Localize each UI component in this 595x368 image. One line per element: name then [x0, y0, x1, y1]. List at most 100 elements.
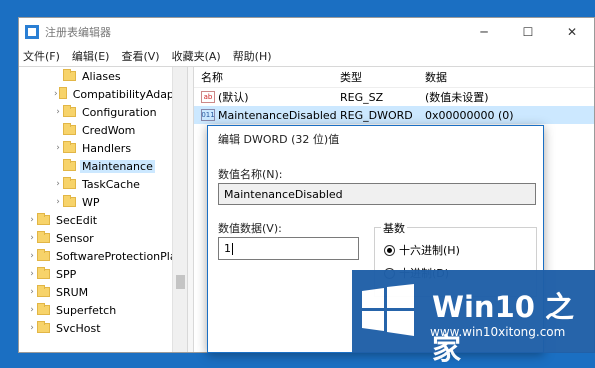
windows-logo-icon: [362, 284, 414, 336]
tree-item[interactable]: › SoftwareProtectionPlatf: [19, 247, 187, 265]
value-data-label: 数值数据(V):: [218, 222, 282, 235]
column-header-data[interactable]: 数据: [425, 69, 594, 85]
value-type-cell: REG_DWORD: [340, 108, 413, 122]
expand-chevron-icon[interactable]: ›: [27, 233, 37, 243]
radio-hex-label: 十六进制(H): [399, 244, 460, 257]
tree-item-label: Aliases: [82, 69, 121, 83]
window-title: 注册表编辑器: [45, 26, 111, 39]
expand-chevron-icon[interactable]: ›: [27, 251, 37, 261]
value-row[interactable]: 011 MaintenanceDisabled REG_DWORD 0x0000000…: [194, 106, 594, 124]
expand-chevron-icon[interactable]: ›: [27, 305, 37, 315]
tree-item-label: Handlers: [82, 141, 132, 155]
expand-chevron-icon[interactable]: ›: [53, 107, 63, 117]
tree-scrollbar-thumb[interactable]: [176, 275, 185, 289]
menu-favorites[interactable]: 收藏夹(A): [172, 48, 221, 64]
tree-item[interactable]: › Sensor: [19, 229, 187, 247]
value-data-input[interactable]: 1: [218, 237, 359, 260]
value-row[interactable]: ab (默认) REG_SZ (数值未设置): [194, 88, 594, 106]
tree-item[interactable]: › Configuration: [19, 103, 187, 121]
folder-icon: [37, 213, 50, 225]
folder-icon: [37, 321, 50, 333]
value-data-text: 1: [224, 242, 231, 255]
expand-chevron-icon[interactable]: ›: [27, 269, 37, 279]
folder-icon: [37, 267, 50, 279]
folder-icon: [63, 141, 76, 153]
folder-icon: [37, 285, 50, 297]
menu-view[interactable]: 查看(V): [121, 48, 159, 64]
tree-item[interactable]: › CompatibilityAdapte: [19, 85, 187, 103]
folder-icon: [58, 87, 67, 99]
tree-item[interactable]: › SRUM: [19, 283, 187, 301]
dialog-title: 编辑 DWORD (32 位)值: [218, 133, 340, 146]
value-type-cell: REG_SZ: [340, 90, 384, 104]
radio-hex-indicator[interactable]: [384, 244, 395, 256]
menu-edit[interactable]: 编辑(E): [72, 48, 110, 64]
expand-chevron-icon[interactable]: ›: [53, 197, 63, 207]
expand-chevron-icon[interactable]: ›: [53, 179, 63, 189]
value-name-cell: 011 MaintenanceDisabled: [194, 109, 340, 122]
tree-item-label: SecEdit: [56, 213, 98, 227]
tree-item-label: Configuration: [82, 105, 157, 119]
title-bar: 注册表编辑器 ─ ☐ ✕: [19, 18, 594, 46]
tree-item[interactable]: Maintenance: [19, 157, 187, 175]
tree-item[interactable]: › WP: [19, 193, 187, 211]
tree-item-label: CredWom: [82, 123, 136, 137]
folder-icon: [37, 249, 50, 261]
value-name-field: MaintenanceDisabled: [218, 183, 536, 205]
column-header-name[interactable]: 名称: [194, 69, 340, 85]
folder-icon: [63, 195, 76, 207]
text-caret: [232, 242, 233, 255]
maximize-button[interactable]: ☐: [506, 18, 550, 46]
folder-icon: [63, 159, 76, 171]
column-header-type[interactable]: 类型: [340, 69, 425, 85]
tree-item[interactable]: › Handlers: [19, 139, 187, 157]
value-data-cell: 0x00000000 (0): [425, 108, 514, 122]
value-name-label: 数值名称(N):: [218, 168, 283, 181]
radio-hexadecimal[interactable]: 十六进制(H): [384, 242, 460, 258]
expand-chevron-icon[interactable]: ›: [27, 215, 37, 225]
expand-chevron-icon[interactable]: ›: [27, 287, 37, 297]
menu-help[interactable]: 帮助(H): [233, 48, 272, 64]
value-name: (默认): [218, 91, 249, 104]
folder-icon: [37, 303, 50, 315]
tree-item[interactable]: › SPP: [19, 265, 187, 283]
tree-item-label: CompatibilityAdapte: [72, 87, 185, 101]
expand-chevron-icon[interactable]: ›: [53, 143, 63, 153]
tree-item[interactable]: › Superfetch: [19, 301, 187, 319]
tree-item-label: SoftwareProtectionPlatf: [56, 249, 185, 263]
string-value-icon: ab: [201, 91, 215, 103]
watermark-url: www.win10xitong.com: [430, 325, 566, 339]
tree-item[interactable]: Aliases: [19, 67, 187, 85]
tree-scrollbar[interactable]: [172, 67, 187, 352]
tree-item-label: TaskCache: [82, 177, 140, 191]
folder-icon: [63, 105, 76, 117]
tree-item-label: Sensor: [56, 231, 94, 245]
registry-editor-icon: [25, 25, 39, 39]
tree-item-label: Superfetch: [56, 303, 117, 317]
tree-item-label: SPP: [56, 267, 77, 281]
minimize-button[interactable]: ─: [462, 18, 506, 46]
registry-tree: Aliases › CompatibilityAdapte › Configuratio…: [19, 67, 187, 352]
value-name: MaintenanceDisabled: [218, 108, 337, 122]
list-header: 名称 类型 数据: [194, 67, 594, 88]
tree-item-label: SvcHost: [56, 321, 101, 335]
folder-icon: [37, 231, 50, 243]
value-name-text: MaintenanceDisabled: [224, 187, 343, 201]
win10-watermark: Win10 之家 www.win10xitong.com: [352, 270, 595, 366]
binary-value-icon: 011: [201, 109, 215, 121]
tree-item[interactable]: CredWom: [19, 121, 187, 139]
tree-item-label: Maintenance: [80, 159, 155, 173]
folder-icon: [63, 177, 76, 189]
tree-item-label: SRUM: [56, 285, 89, 299]
pane-splitter[interactable]: [187, 67, 194, 352]
tree-item-label: WP: [82, 195, 100, 209]
menu-file[interactable]: 文件(F): [23, 48, 60, 64]
expand-chevron-icon[interactable]: ›: [27, 323, 37, 333]
folder-icon: [63, 69, 76, 81]
close-button[interactable]: ✕: [550, 18, 594, 46]
value-data-cell: (数值未设置): [425, 91, 489, 104]
tree-item[interactable]: › SecEdit: [19, 211, 187, 229]
tree-item[interactable]: › SvcHost: [19, 319, 187, 337]
base-label: 基数: [381, 220, 407, 236]
tree-item[interactable]: › TaskCache: [19, 175, 187, 193]
